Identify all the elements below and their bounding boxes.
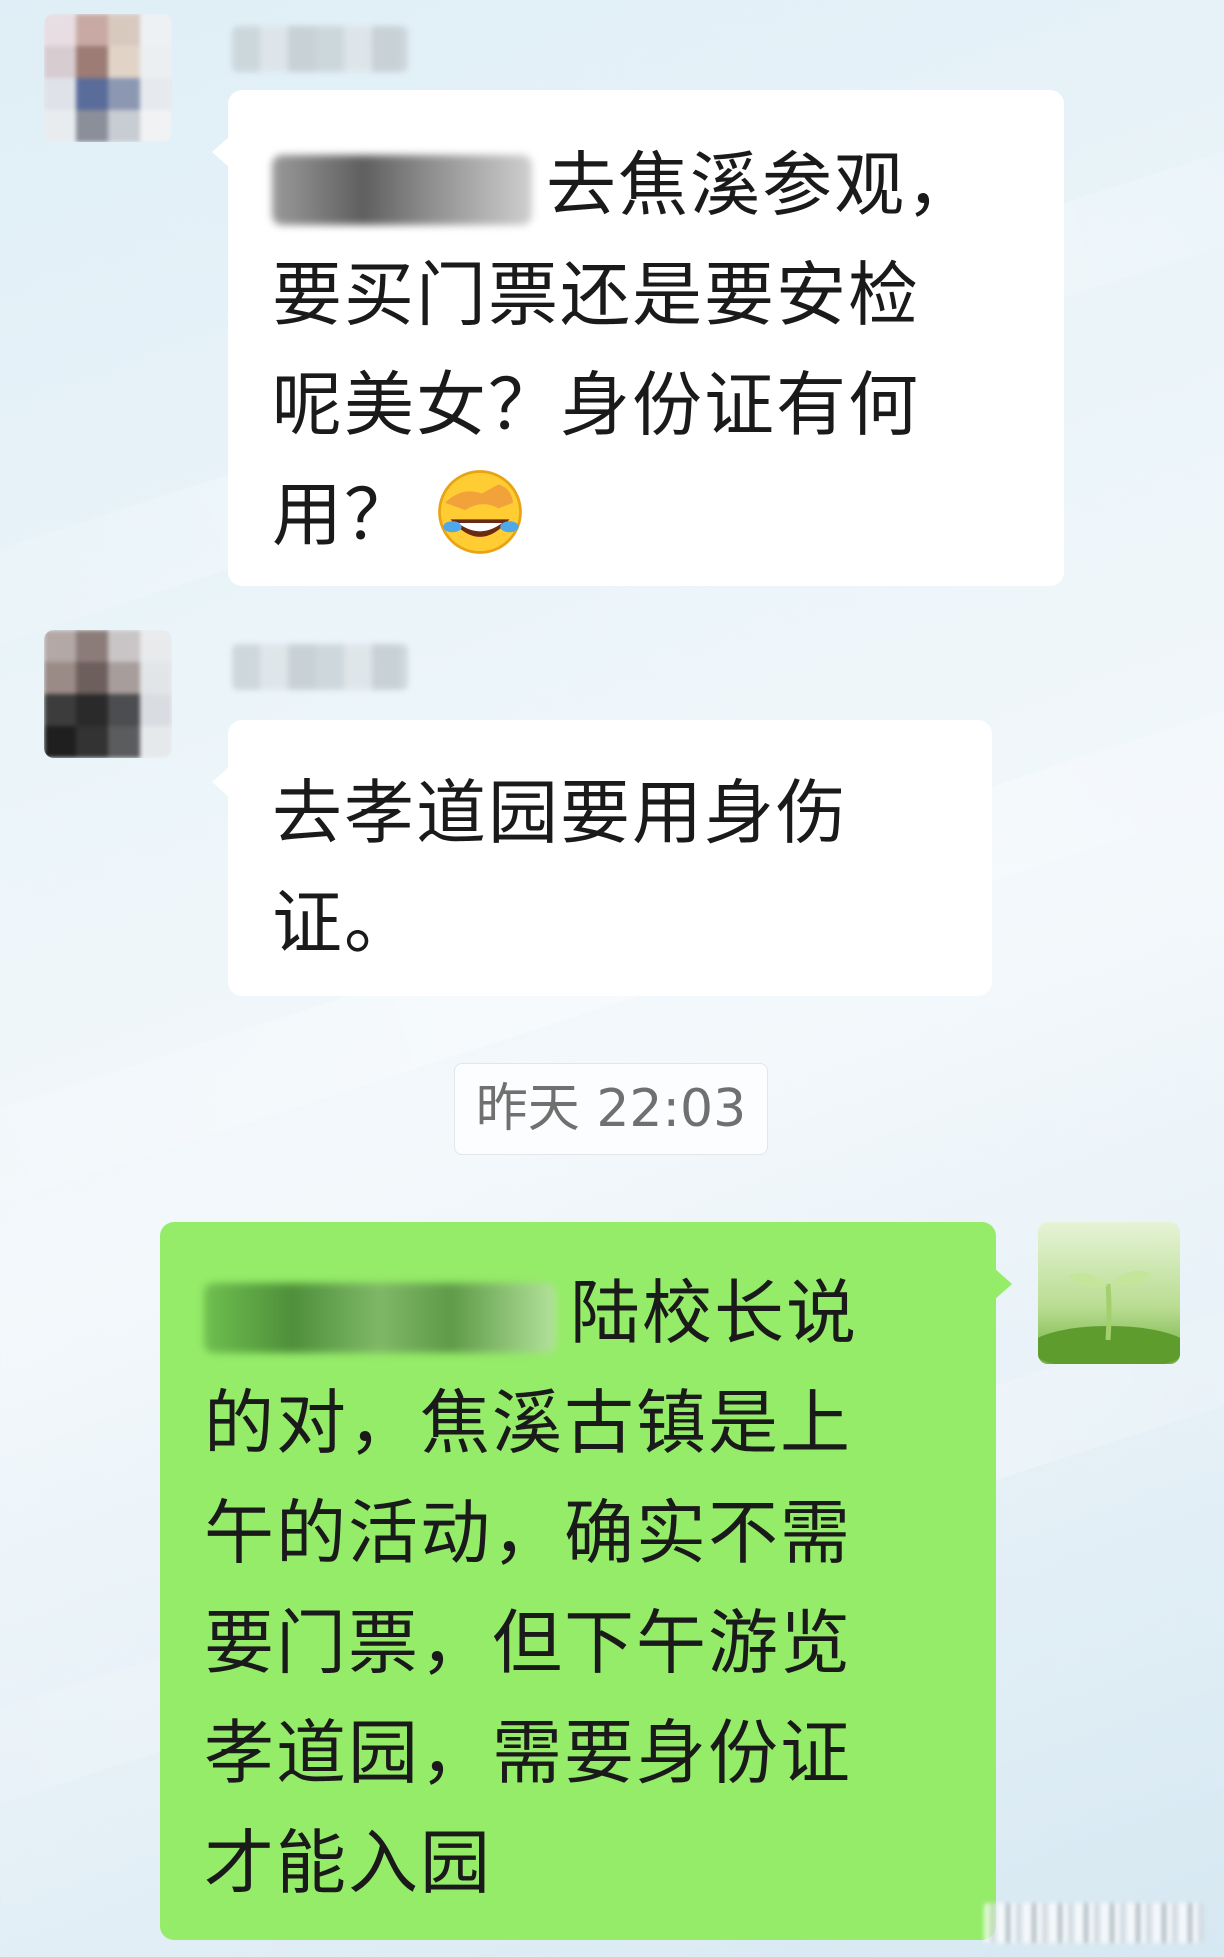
my-avatar[interactable] [1038,1222,1180,1364]
message-line: 孝道园，需要身份证 [204,1712,852,1794]
message-timestamp: 昨天 22:03 [454,1063,768,1155]
message-text: 去焦溪参观， [546,144,978,226]
sender-avatar-blurred[interactable] [44,630,172,758]
message-line: 要门票，但下午游览 [204,1602,852,1684]
redacted-mention [272,154,532,225]
sprout-icon [1038,1222,1180,1364]
incoming-message-bubble[interactable]: 去焦溪参观， 要买门票还是要安检 呢美女？身份证有何 用？ [212,90,1064,586]
message-line: 要买门票还是要安检 [272,254,920,336]
incoming-message-bubble[interactable]: 去孝道园要用身伤 证。 [212,720,992,996]
outgoing-message-bubble[interactable]: 陆校长说 的对，焦溪古镇是上 午的活动，确实不需 要门票，但下午游览 孝道园，需… [160,1222,1012,1940]
rolling-on-floor-laughing-emoji [438,470,522,554]
sender-avatar-blurred[interactable] [44,14,172,142]
message-line: 午的活动，确实不需 [204,1492,852,1574]
message-line: 证。 [272,882,416,964]
message-line: 陆校长说 [204,1258,996,1368]
message-line: 去焦溪参观， [272,130,1064,240]
message-line: 用？ [272,460,1064,570]
message-line: 呢美女？身份证有何 [272,364,920,446]
message-text: 陆校长说 [570,1272,858,1354]
watermark [984,1903,1204,1943]
message-line: 才能入园 [204,1822,492,1904]
message-line: 去孝道园要用身伤 [272,772,848,854]
sender-name-blurred [232,26,408,72]
message-text: 用？ [272,474,416,556]
sender-name-blurred [232,644,408,690]
message-line: 的对，焦溪古镇是上 [204,1382,852,1464]
redacted-mention [204,1282,556,1353]
